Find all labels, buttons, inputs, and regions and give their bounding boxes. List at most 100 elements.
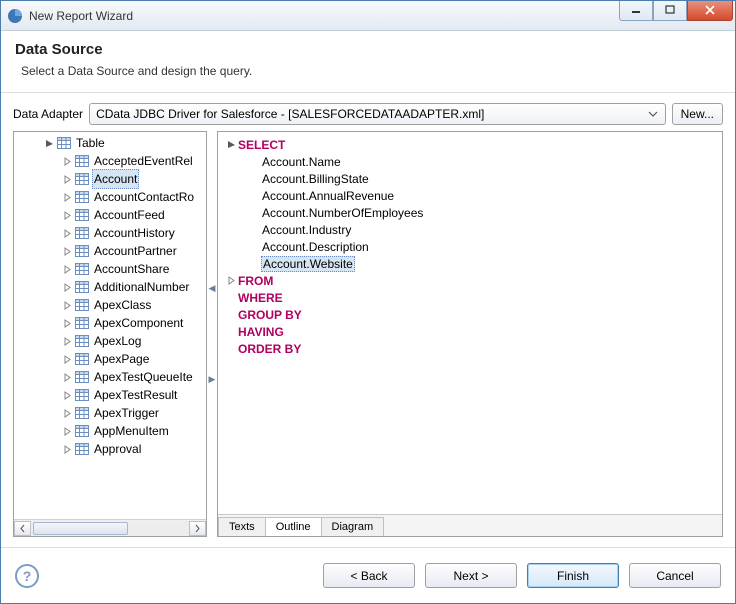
data-adapter-label: Data Adapter (13, 107, 83, 121)
tree-item[interactable]: ApexTestResult (14, 386, 206, 404)
editor-tab[interactable]: Texts (218, 517, 266, 537)
tables-tree[interactable]: TableAcceptedEventRelAccountAccountConta… (14, 132, 206, 519)
sql-field[interactable]: Account.AnnualRevenue (262, 189, 394, 203)
sql-field[interactable]: Account.Name (262, 155, 341, 169)
query-editor-panel: SELECTAccount.NameAccount.BillingStateAc… (217, 131, 723, 537)
tree-item-label: AdditionalNumber (92, 278, 191, 296)
sql-line: Account.Website (224, 255, 716, 272)
page-title: Data Source (15, 41, 721, 58)
editor-tab[interactable]: Diagram (321, 517, 385, 537)
tree-item[interactable]: ApexClass (14, 296, 206, 314)
twisty-collapsed-icon (60, 373, 74, 382)
tree-item-label: AccountFeed (92, 206, 167, 224)
wizard-header: Data Source Select a Data Source and des… (1, 31, 735, 93)
sql-field[interactable]: Account.Website (261, 256, 355, 272)
sql-keyword: WHERE (238, 291, 283, 305)
tree-item[interactable]: ApexLog (14, 332, 206, 350)
tree-item[interactable]: AcceptedEventRel (14, 152, 206, 170)
sql-field[interactable]: Account.Industry (262, 223, 351, 237)
editor-tabs: TextsOutlineDiagram (218, 514, 722, 536)
tree-item-label: AccountHistory (92, 224, 177, 242)
sql-line: Account.Name (224, 153, 716, 170)
tree-item[interactable]: AppMenuItem (14, 422, 206, 440)
new-adapter-button[interactable]: New... (672, 103, 723, 125)
scroll-left-icon[interactable] (14, 521, 31, 536)
twisty-collapsed-icon (60, 193, 74, 202)
sql-field[interactable]: Account.BillingState (262, 172, 369, 186)
maximize-button[interactable] (653, 1, 687, 21)
tree-item[interactable]: ApexTestQueueIte (14, 368, 206, 386)
tree-item[interactable]: AccountPartner (14, 242, 206, 260)
sql-field[interactable]: Account.Description (262, 240, 369, 254)
tree-item[interactable]: AdditionalNumber (14, 278, 206, 296)
tree-item-label: AccountContactRo (92, 188, 196, 206)
tree-item[interactable]: AccountShare (14, 260, 206, 278)
table-icon (74, 209, 90, 222)
tree-item-label: ApexClass (92, 296, 153, 314)
table-icon (74, 173, 90, 186)
horizontal-scrollbar[interactable] (14, 519, 206, 536)
sql-line: Account.BillingState (224, 170, 716, 187)
tree-item[interactable]: ApexPage (14, 350, 206, 368)
twisty-collapsed-icon (60, 355, 74, 364)
table-icon (74, 245, 90, 258)
tree-item[interactable]: AccountContactRo (14, 188, 206, 206)
sql-keyword: ORDER BY (238, 342, 301, 356)
close-button[interactable] (687, 1, 733, 21)
tree-item[interactable]: Approval (14, 440, 206, 458)
sql-editor[interactable]: SELECTAccount.NameAccount.BillingStateAc… (218, 132, 722, 514)
cancel-button[interactable]: Cancel (629, 563, 721, 588)
twisty-icon (224, 140, 238, 149)
table-icon (56, 137, 72, 150)
twisty-collapsed-icon (60, 319, 74, 328)
collapse-right-icon[interactable]: ▶ (209, 374, 216, 385)
scroll-thumb[interactable] (33, 522, 128, 535)
tree-item[interactable]: Account (14, 170, 206, 188)
twisty-collapsed-icon (60, 229, 74, 238)
sql-keyword: GROUP BY (238, 308, 302, 322)
table-icon (74, 227, 90, 240)
tree-root-node[interactable]: Table (14, 134, 206, 152)
scroll-right-icon[interactable] (189, 521, 206, 536)
twisty-collapsed-icon (60, 337, 74, 346)
tree-item[interactable]: ApexComponent (14, 314, 206, 332)
page-subtitle: Select a Data Source and design the quer… (21, 64, 721, 78)
tree-item-label: ApexTrigger (92, 404, 161, 422)
editor-tab[interactable]: Outline (265, 517, 322, 537)
collapse-left-icon[interactable]: ◀ (209, 283, 216, 294)
table-icon (74, 389, 90, 402)
minimize-button[interactable] (619, 1, 653, 21)
finish-button[interactable]: Finish (527, 563, 619, 588)
next-button[interactable]: Next > (425, 563, 517, 588)
scroll-track[interactable] (31, 521, 189, 536)
help-icon[interactable]: ? (15, 564, 39, 588)
tree-item-label: AccountPartner (92, 242, 179, 260)
data-adapter-row: Data Adapter CData JDBC Driver for Sales… (1, 93, 735, 131)
sql-line: GROUP BY (224, 306, 716, 323)
sql-field[interactable]: Account.NumberOfEmployees (262, 206, 423, 220)
twisty-collapsed-icon (60, 265, 74, 274)
wizard-footer: ? < Back Next > Finish Cancel (1, 547, 735, 603)
back-button[interactable]: < Back (323, 563, 415, 588)
table-icon (74, 425, 90, 438)
table-icon (74, 299, 90, 312)
tree-item[interactable]: AccountFeed (14, 206, 206, 224)
tree-item[interactable]: AccountHistory (14, 224, 206, 242)
sql-line: WHERE (224, 289, 716, 306)
tree-item-label: Approval (92, 440, 143, 458)
tree-item-label: AcceptedEventRel (92, 152, 195, 170)
tree-item[interactable]: ApexTrigger (14, 404, 206, 422)
titlebar: New Report Wizard (1, 1, 735, 31)
data-adapter-select[interactable]: CData JDBC Driver for Salesforce - [SALE… (89, 103, 666, 125)
table-icon (74, 407, 90, 420)
sql-keyword: FROM (238, 274, 273, 288)
window-controls (619, 1, 733, 21)
table-icon (74, 263, 90, 276)
table-icon (74, 191, 90, 204)
twisty-expanded-icon (42, 139, 56, 148)
splitter[interactable]: ◀ ▶ (207, 131, 217, 537)
twisty-collapsed-icon (60, 445, 74, 454)
twisty-collapsed-icon (60, 211, 74, 220)
table-icon (74, 281, 90, 294)
tree-item-label: ApexTestResult (92, 386, 179, 404)
